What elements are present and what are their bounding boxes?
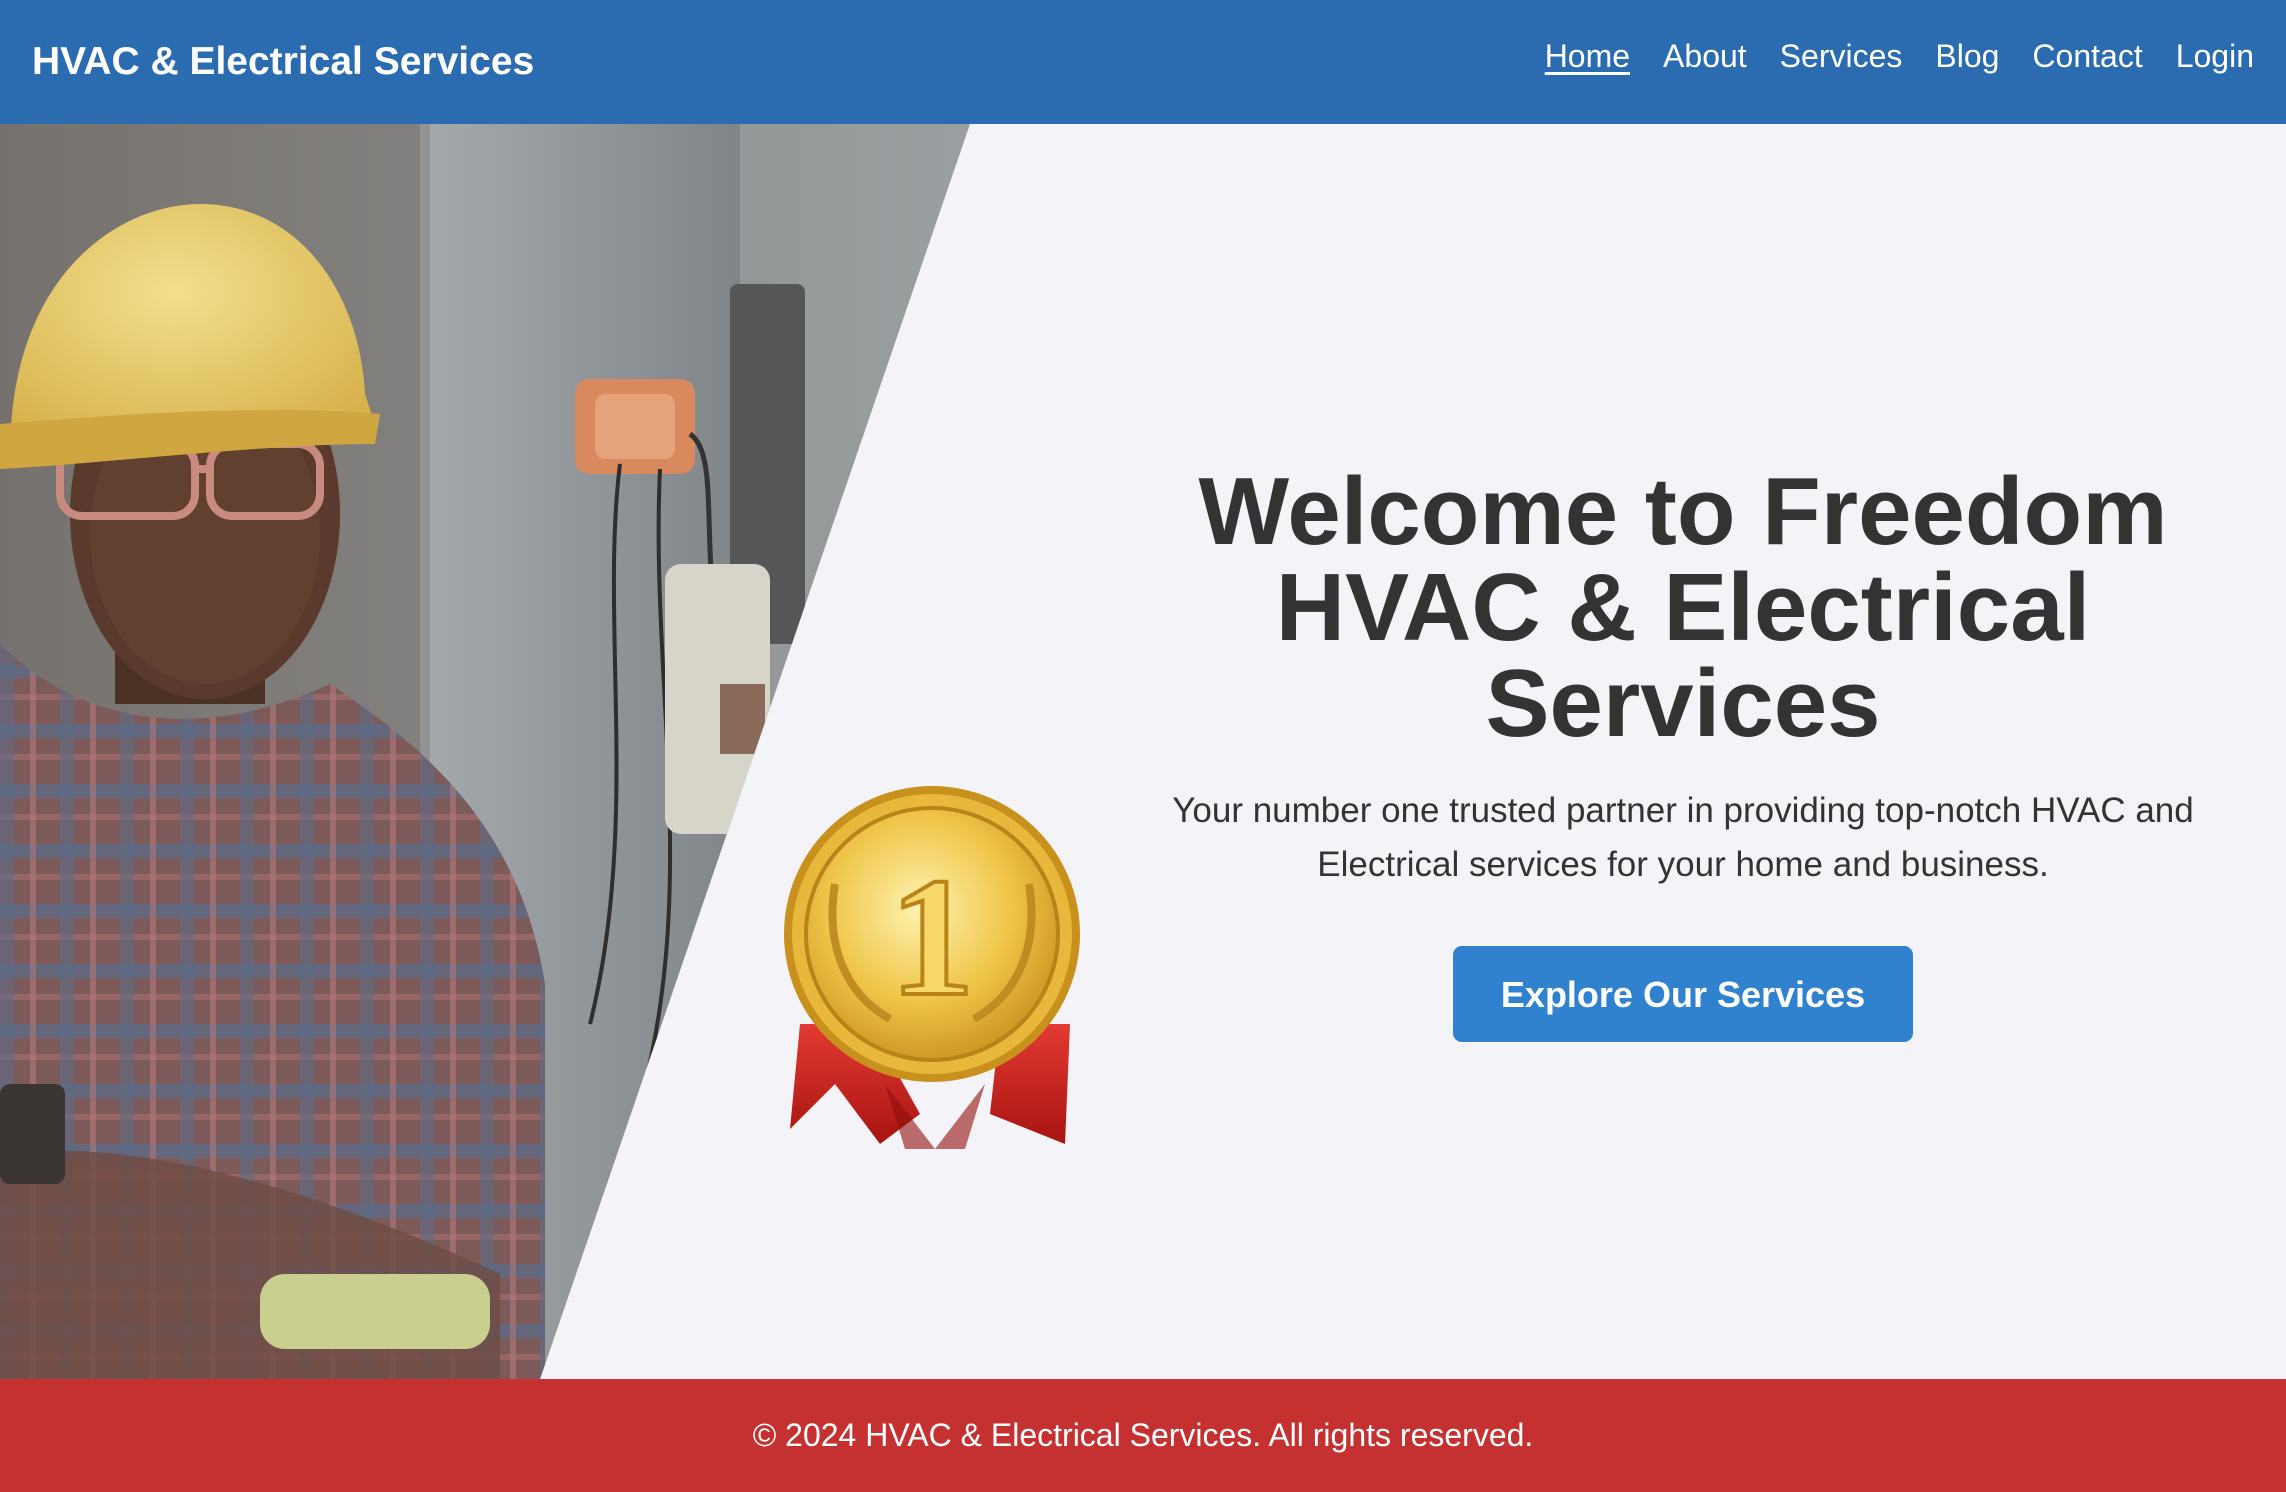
explore-services-button[interactable]: Explore Our Services [1453,946,1913,1042]
nav-home[interactable]: Home [1545,34,1630,78]
nav-about[interactable]: About [1663,34,1747,78]
hero-subtitle: Your number one trusted partner in provi… [1172,791,2194,884]
footer-copyright: © 2024 HVAC & Electrical Services. All r… [752,1417,1534,1453]
site-footer: © 2024 HVAC & Electrical Services. All r… [0,1379,2286,1492]
worker-photo [0,124,970,1379]
hero-section: 1 Welcome to Freedom HVAC & Electrical S… [0,124,2286,1379]
nav-contact[interactable]: Contact [2032,34,2142,78]
site-header: HVAC & Electrical Services Home About Se… [0,0,2286,124]
medal-number: 1 [890,843,975,1031]
nav-login[interactable]: Login [2176,34,2254,78]
nav-services[interactable]: Services [1780,34,1903,78]
brand-title[interactable]: HVAC & Electrical Services [32,38,534,86]
hero-title: Welcome to Freedom HVAC & Electrical Ser… [1198,458,2168,757]
medal-badge: 1 [784,786,1080,1149]
hero-text: Welcome to Freedom HVAC & Electrical Ser… [1128,464,2238,1042]
main-nav: Home About Services Blog Contact Login [1545,34,2254,78]
nav-blog[interactable]: Blog [1935,34,1999,78]
